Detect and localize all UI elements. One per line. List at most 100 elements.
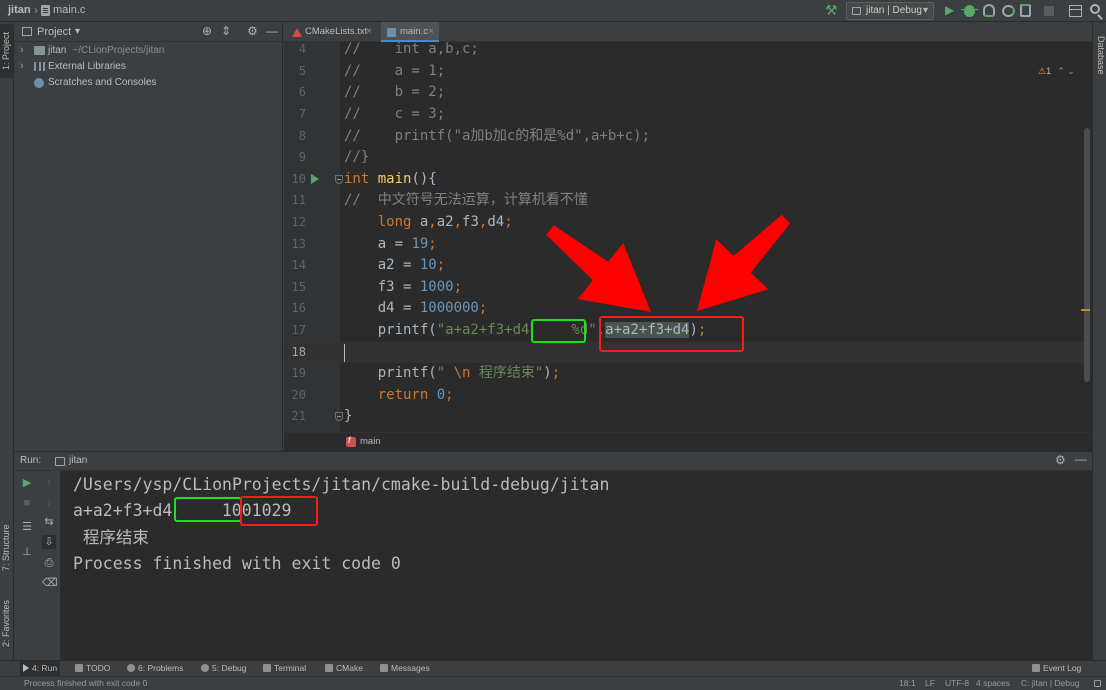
chevron-right-icon[interactable]: › bbox=[20, 43, 24, 58]
rerun-icon[interactable]: ▶ bbox=[20, 476, 34, 490]
breadcrumb-file[interactable]: main.c bbox=[53, 4, 85, 16]
indent-setting[interactable]: 4 spaces bbox=[976, 678, 1010, 688]
up-arrow-icon[interactable]: ↑ bbox=[42, 476, 56, 490]
line-number[interactable]: 9 bbox=[284, 147, 306, 169]
tool-tab-cmake[interactable]: CMake bbox=[322, 661, 366, 676]
code-line[interactable]: 15 f3 = 1000; bbox=[284, 277, 1084, 299]
code-line[interactable]: 14 a2 = 10; bbox=[284, 255, 1084, 277]
profile-icon[interactable] bbox=[1002, 5, 1015, 17]
run-icon[interactable]: ▶ bbox=[945, 3, 954, 17]
scroll-to-end-icon[interactable]: ⇩ bbox=[42, 535, 56, 549]
tool-tab-messages[interactable]: Messages bbox=[377, 661, 433, 676]
soft-wrap-icon[interactable]: ⇆ bbox=[42, 515, 56, 529]
code-line[interactable]: 20 return 0; bbox=[284, 385, 1084, 407]
tool-tab-todo[interactable]: TODO bbox=[72, 661, 113, 676]
code-line[interactable]: 13 a = 19; bbox=[284, 234, 1084, 256]
layout-icon[interactable] bbox=[1069, 5, 1082, 17]
code-area[interactable]: 4 // int a,b,c; 5 // a = 1; 6 // b = 2; 7 // c … bbox=[284, 42, 1092, 432]
file-encoding[interactable]: UTF-8 bbox=[945, 678, 969, 688]
code-line[interactable]: 17 printf("a+a2+f3+d4 %d",a+a2+f3+d4); bbox=[284, 320, 1084, 342]
hide-icon[interactable]: — bbox=[1075, 452, 1087, 466]
debug-icon[interactable] bbox=[961, 5, 978, 17]
code-line[interactable]: 11 // 中文符号无法运算，计算机看不懂 bbox=[284, 190, 1084, 212]
line-number[interactable]: 5 bbox=[284, 61, 306, 83]
locate-icon[interactable]: ⊕ bbox=[202, 24, 212, 38]
line-number[interactable]: 17 bbox=[284, 320, 306, 342]
hide-icon[interactable]: — bbox=[266, 24, 278, 38]
tool-tab-run[interactable]: 4: Run bbox=[20, 661, 61, 676]
tool-tab-event-log[interactable]: Event Log bbox=[1029, 661, 1084, 676]
tool-tab-problems[interactable]: 6: Problems bbox=[124, 661, 186, 676]
code-line[interactable]: 8 // printf("a加b加c的和是%d",a+b+c); bbox=[284, 126, 1084, 148]
fold-icon[interactable] bbox=[335, 174, 343, 184]
line-number[interactable]: 13 bbox=[284, 234, 306, 256]
chevron-down-icon[interactable]: ▾ bbox=[75, 26, 80, 37]
breadcrumb-project[interactable]: jitan bbox=[8, 4, 31, 16]
code-line[interactable]: 21} bbox=[284, 406, 1084, 428]
line-number[interactable]: 6 bbox=[284, 82, 306, 104]
run-config-selector[interactable]: jitan | Debug ▾ bbox=[846, 2, 934, 20]
tab-main-c[interactable]: main.c × bbox=[381, 22, 439, 42]
code-line[interactable]: 10 int main(){ bbox=[284, 169, 1084, 191]
run-console-output[interactable]: /Users/ysp/CLionProjects/jitan/cmake-bui… bbox=[60, 471, 1092, 661]
code-line[interactable]: 9 //} bbox=[284, 147, 1084, 169]
resolve-context[interactable]: C: jitan | Debug bbox=[1021, 678, 1079, 688]
hammer-icon[interactable]: ⚒ bbox=[825, 2, 838, 19]
tree-item-external-libraries[interactable]: › External Libraries bbox=[14, 59, 283, 74]
code-line[interactable]: 6 // b = 2; bbox=[284, 82, 1084, 104]
search-icon[interactable] bbox=[1090, 4, 1100, 14]
run-gutter-icon[interactable] bbox=[311, 173, 319, 184]
breadcrumb-function[interactable]: main bbox=[360, 436, 381, 447]
caret-position[interactable]: 18:1 bbox=[899, 678, 916, 688]
tool-tab-terminal[interactable]: Terminal bbox=[260, 661, 309, 676]
pin-icon[interactable]: ⊥ bbox=[20, 545, 34, 559]
layout-icon[interactable]: ☰ bbox=[20, 520, 34, 534]
tool-tab-debug[interactable]: 5: Debug bbox=[198, 661, 250, 676]
tab-structure[interactable]: 7: Structure bbox=[0, 518, 13, 578]
tab-favorites[interactable]: 2: Favorites bbox=[0, 592, 13, 654]
collapse-all-icon[interactable]: ⇕ bbox=[221, 24, 231, 38]
line-number[interactable]: 12 bbox=[284, 212, 306, 234]
line-number[interactable]: 11 bbox=[284, 190, 306, 212]
run-tab-jitan[interactable]: jitan bbox=[52, 452, 98, 471]
print-icon[interactable]: ⎙ bbox=[42, 556, 56, 570]
tree-item-jitan[interactable]: › jitan ~/CLionProjects/jitan bbox=[14, 43, 283, 58]
line-number[interactable]: 19 bbox=[284, 363, 306, 385]
fold-icon[interactable] bbox=[335, 412, 343, 422]
coverage-icon[interactable] bbox=[983, 4, 995, 17]
code-line[interactable]: 5 // a = 1; bbox=[284, 61, 1084, 83]
line-number[interactable]: 4 bbox=[284, 42, 306, 61]
code-line[interactable]: 4 // int a,b,c; bbox=[284, 42, 1084, 61]
lock-icon[interactable] bbox=[1094, 680, 1101, 687]
tab-database[interactable]: Database bbox=[1094, 36, 1106, 84]
code-line[interactable]: 19 printf(" \n 程序结束"); bbox=[284, 363, 1084, 385]
status-message[interactable]: Process finished with exit code 0 bbox=[24, 678, 147, 688]
trash-icon[interactable]: ⌫ bbox=[42, 576, 58, 590]
code-line[interactable]: 18 bbox=[284, 341, 1084, 364]
line-separator[interactable]: LF bbox=[925, 678, 935, 688]
tree-item-scratches[interactable]: Scratches and Consoles bbox=[14, 75, 283, 90]
down-arrow-icon[interactable]: ↓ bbox=[42, 496, 56, 510]
line-number[interactable]: 7 bbox=[284, 104, 306, 126]
chevron-right-icon[interactable]: › bbox=[20, 59, 24, 74]
warning-marker[interactable] bbox=[1081, 309, 1090, 311]
stop-icon[interactable] bbox=[1044, 6, 1054, 16]
close-icon[interactable]: × bbox=[428, 22, 434, 42]
line-number[interactable]: 15 bbox=[284, 277, 306, 299]
close-icon[interactable]: × bbox=[366, 22, 372, 42]
gear-icon[interactable]: ⚙ bbox=[247, 24, 258, 38]
line-number[interactable]: 21 bbox=[284, 406, 306, 428]
run-more-icon[interactable] bbox=[1020, 4, 1031, 17]
project-panel-title[interactable]: Project bbox=[37, 26, 71, 38]
line-number[interactable]: 14 bbox=[284, 255, 306, 277]
code-line[interactable]: 12 long a,a2,f3,d4; bbox=[284, 212, 1084, 234]
problem-nav-icons[interactable]: ⌃ ⌄ bbox=[1057, 66, 1075, 76]
gear-icon[interactable]: ⚙ bbox=[1055, 453, 1066, 467]
inspection-widget[interactable]: ⚠1 ⌃ ⌄ bbox=[1038, 66, 1075, 77]
scrollbar[interactable] bbox=[1084, 128, 1090, 382]
line-number[interactable]: 16 bbox=[284, 298, 306, 320]
code-line[interactable]: 16 d4 = 1000000; bbox=[284, 298, 1084, 320]
tab-project[interactable]: 1: Project bbox=[0, 24, 13, 78]
line-number[interactable]: 8 bbox=[284, 126, 306, 148]
line-number[interactable]: 18 bbox=[284, 342, 306, 364]
